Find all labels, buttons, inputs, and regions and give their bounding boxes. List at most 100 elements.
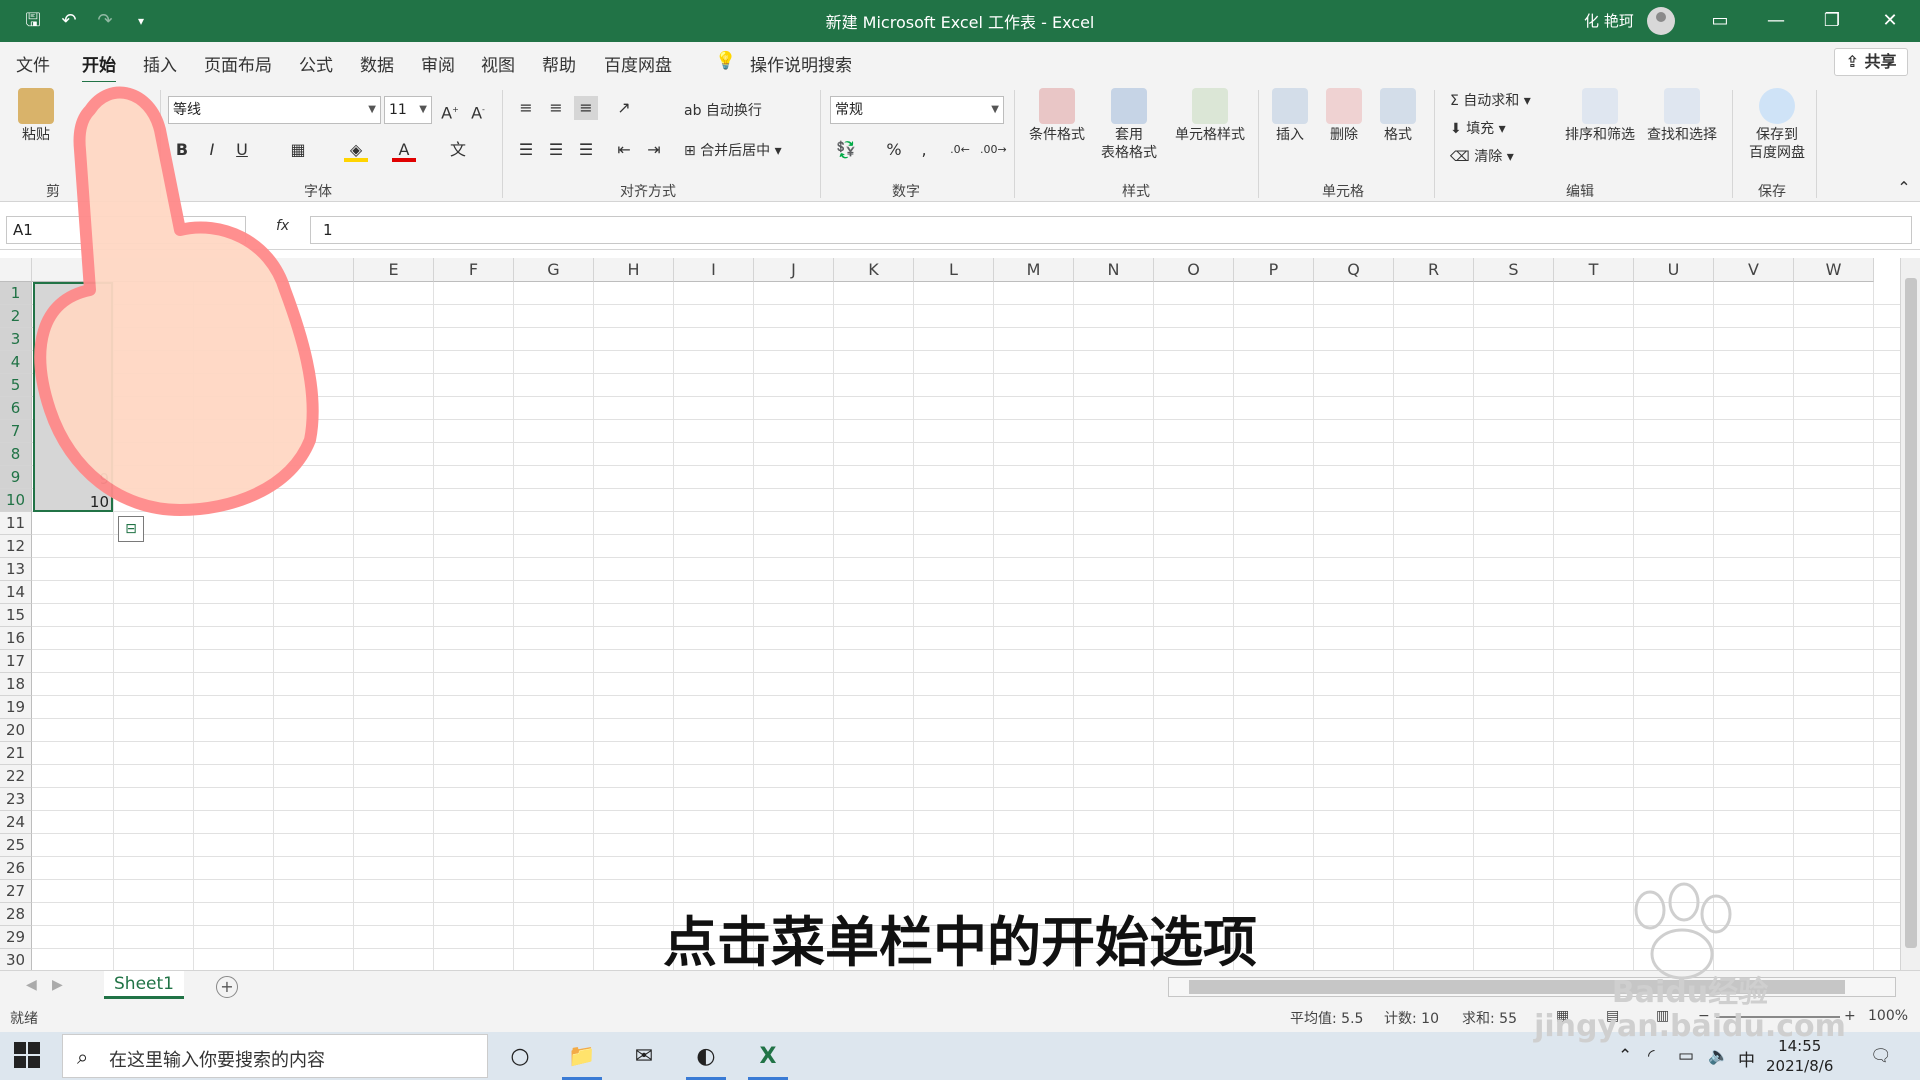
column-header-r[interactable]: R (1394, 258, 1474, 282)
increase-indent-icon[interactable]: ⇥ (642, 138, 666, 162)
row-header-16[interactable]: 16 (0, 627, 32, 650)
column-header-i[interactable]: I (674, 258, 754, 282)
font-size-combo[interactable]: 11 ▼ (384, 96, 432, 124)
vertical-scrollbar[interactable] (1900, 258, 1920, 970)
taskbar-search[interactable]: ⌕ 在这里输入你要搜索的内容 (62, 1034, 488, 1078)
network-icon[interactable]: ◜ (1648, 1046, 1655, 1066)
ime-indicator[interactable]: 中 (1738, 1046, 1755, 1071)
file-explorer-icon[interactable]: 📁 (558, 1038, 606, 1080)
formula-input[interactable]: 1 (310, 216, 1912, 244)
wrap-text-button[interactable]: ab 自动换行 (684, 100, 762, 120)
row-header-14[interactable]: 14 (0, 581, 32, 604)
row-header-19[interactable]: 19 (0, 696, 32, 719)
row-header-21[interactable]: 21 (0, 742, 32, 765)
align-middle-icon[interactable]: ≡ (544, 96, 568, 120)
add-sheet-icon[interactable]: + (216, 976, 238, 998)
currency-icon[interactable]: 💱 (834, 138, 858, 162)
insert-cells-button[interactable]: 插入 (1264, 88, 1316, 144)
comma-button[interactable]: , (912, 138, 936, 162)
column-header-p[interactable]: P (1234, 258, 1314, 282)
scroll-thumb[interactable] (1905, 278, 1917, 948)
row-header-17[interactable]: 17 (0, 650, 32, 673)
avatar[interactable] (1647, 7, 1675, 35)
column-header-w[interactable]: W (1794, 258, 1874, 282)
tab-help[interactable]: 帮助 (542, 51, 576, 76)
column-header-m[interactable]: M (994, 258, 1074, 282)
lightbulb-icon[interactable]: 💡 (715, 51, 736, 71)
mail-icon[interactable]: ✉ (620, 1038, 668, 1076)
tab-view[interactable]: 视图 (481, 51, 515, 76)
column-header-k[interactable]: K (834, 258, 914, 282)
clear-button[interactable]: ⌫ 清除 ▾ (1450, 146, 1514, 166)
merge-center-button[interactable]: ⊞ 合并后居中 ▾ (684, 140, 782, 160)
format-as-table-button[interactable]: 套用 表格格式 (1092, 88, 1166, 162)
column-header-f[interactable]: F (434, 258, 514, 282)
phonetic-icon[interactable]: 文 (446, 138, 470, 162)
row-header-12[interactable]: 12 (0, 535, 32, 558)
decrease-decimal-icon[interactable]: .00→ (980, 138, 1007, 162)
delete-cells-button[interactable]: 删除 (1318, 88, 1370, 144)
column-header-j[interactable]: J (754, 258, 834, 282)
row-header-20[interactable]: 20 (0, 719, 32, 742)
find-select-button[interactable]: 查找和选择 (1642, 88, 1722, 144)
format-cells-button[interactable]: 格式 (1372, 88, 1424, 144)
row-header-26[interactable]: 26 (0, 857, 32, 880)
windows-start-icon[interactable] (14, 1042, 42, 1070)
column-header-v[interactable]: V (1714, 258, 1794, 282)
row-header-15[interactable]: 15 (0, 604, 32, 627)
decrease-indent-icon[interactable]: ⇤ (612, 138, 636, 162)
minimize-icon[interactable]: — (1756, 6, 1796, 36)
align-right-icon[interactable]: ☰ (574, 138, 598, 162)
sort-filter-button[interactable]: 排序和筛选 (1560, 88, 1640, 144)
ribbon-display-icon[interactable]: ▭ (1700, 6, 1740, 36)
row-header-13[interactable]: 13 (0, 558, 32, 581)
increase-decimal-icon[interactable]: .0← (948, 138, 972, 162)
cortana-icon[interactable]: ○ (496, 1038, 544, 1076)
orientation-icon[interactable]: ↗ (612, 96, 636, 120)
row-header-24[interactable]: 24 (0, 811, 32, 834)
align-bottom-icon[interactable]: ≡ (574, 96, 598, 120)
user-name[interactable]: 化 艳珂 (1584, 10, 1634, 31)
column-header-e[interactable]: E (354, 258, 434, 282)
sheet-prev-icon[interactable]: ◀ (26, 977, 37, 993)
tab-baidu-netdisk[interactable]: 百度网盘 (604, 51, 672, 76)
row-header-23[interactable]: 23 (0, 788, 32, 811)
tell-me-search[interactable]: 操作说明搜索 (750, 51, 852, 76)
number-format-combo[interactable]: 常规 ▼ (830, 96, 1004, 124)
column-header-q[interactable]: Q (1314, 258, 1394, 282)
column-header-s[interactable]: S (1474, 258, 1554, 282)
row-header-22[interactable]: 22 (0, 765, 32, 788)
autosum-button[interactable]: Σ 自动求和 ▾ (1450, 90, 1531, 110)
column-header-t[interactable]: T (1554, 258, 1634, 282)
align-top-icon[interactable]: ≡ (514, 96, 538, 120)
column-header-u[interactable]: U (1634, 258, 1714, 282)
grow-font-icon[interactable]: A+ (438, 98, 462, 122)
row-header-25[interactable]: 25 (0, 834, 32, 857)
save-to-baidu-button[interactable]: 保存到 百度网盘 (1740, 88, 1814, 162)
share-button[interactable]: ⇪ 共享 (1834, 48, 1908, 76)
column-header-h[interactable]: H (594, 258, 674, 282)
notification-icon[interactable]: 🗨 (1870, 1046, 1892, 1066)
restore-icon[interactable]: ❐ (1812, 6, 1852, 36)
collapse-ribbon-icon[interactable]: ⌃ (1892, 176, 1916, 200)
edge-icon[interactable]: ◐ (682, 1038, 730, 1080)
fill-button[interactable]: ⬇ 填充 ▾ (1450, 118, 1506, 138)
column-header-l[interactable]: L (914, 258, 994, 282)
align-left-icon[interactable]: ☰ (514, 138, 538, 162)
shrink-font-icon[interactable]: A- (466, 98, 490, 122)
column-header-g[interactable]: G (514, 258, 594, 282)
tab-data[interactable]: 数据 (360, 51, 394, 76)
battery-icon[interactable]: ▭ (1678, 1046, 1694, 1066)
column-header-o[interactable]: O (1154, 258, 1234, 282)
align-center-icon[interactable]: ☰ (544, 138, 568, 162)
cell-styles-button[interactable]: 单元格样式 (1170, 88, 1250, 144)
close-icon[interactable]: ✕ (1870, 6, 1910, 36)
conditional-format-button[interactable]: 条件格式 (1026, 88, 1088, 144)
excel-icon[interactable]: X (744, 1038, 792, 1080)
percent-button[interactable]: % (882, 138, 906, 162)
row-header-18[interactable]: 18 (0, 673, 32, 696)
volume-icon[interactable]: 🔈 (1708, 1046, 1729, 1066)
sheet-next-icon[interactable]: ▶ (52, 977, 63, 993)
column-header-n[interactable]: N (1074, 258, 1154, 282)
font-color-icon[interactable]: A (392, 138, 416, 162)
